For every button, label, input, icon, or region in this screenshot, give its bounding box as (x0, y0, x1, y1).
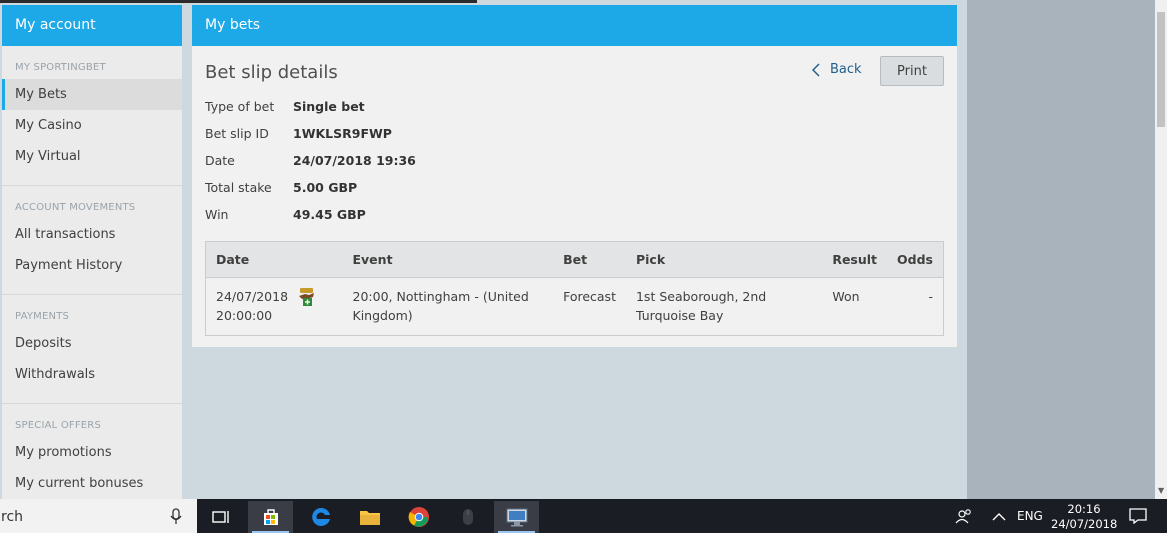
people-icon[interactable] (955, 499, 973, 533)
col-sport (298, 241, 343, 278)
sidebar-item-my-promotions[interactable]: My promotions (2, 437, 182, 468)
account-sidebar: My account MY SPORTINGBET My Bets My Cas… (2, 5, 182, 499)
clock-time: 20:16 (1067, 502, 1101, 516)
vertical-scrollbar[interactable]: ▼ (1155, 0, 1167, 499)
col-date: Date (205, 241, 299, 278)
sidebar-item-my-virtual[interactable]: My Virtual (2, 141, 182, 172)
time-line: 20:00:00 (216, 308, 273, 323)
back-button[interactable]: Back (812, 62, 862, 77)
detail-label: Bet slip ID (205, 126, 269, 141)
taskbar-clock[interactable]: 20:16 24/07/2018 (1051, 502, 1117, 532)
remote-desktop-icon[interactable] (494, 501, 539, 533)
col-pick: Pick (625, 241, 823, 278)
col-result: Result (822, 241, 888, 278)
sidebar-item-all-transactions[interactable]: All transactions (2, 219, 182, 250)
language-indicator[interactable]: ENG (1017, 499, 1043, 533)
detail-value: 5.00 GBP (293, 180, 358, 195)
chevron-left-icon (812, 62, 820, 77)
action-center-icon[interactable] (1129, 499, 1147, 533)
detail-value: Single bet (293, 99, 365, 114)
table-row: 24/07/2018 20:00:00 20:00, Nottingham - … (206, 278, 944, 336)
windows-taskbar: rch ENG 20:16 24/07/2018 (0, 499, 1167, 533)
date-line: 24/07/2018 (216, 289, 289, 304)
sidebar-section-heading: PAYMENTS (15, 311, 70, 322)
pick-line: Turquoise Bay (635, 308, 724, 323)
detail-label: Win (205, 207, 229, 222)
clock-date: 24/07/2018 (1051, 517, 1118, 531)
detail-label: Date (205, 153, 235, 168)
cell-bet: Forecast (563, 289, 616, 304)
sidebar-item-my-casino[interactable]: My Casino (2, 110, 182, 141)
page-background-right (967, 0, 1155, 499)
sidebar-item-payment-history[interactable]: Payment History (2, 250, 182, 281)
task-view-icon[interactable] (198, 501, 243, 533)
cell-event: 20:00, Nottingham - (United Kingdom) (343, 278, 554, 336)
detail-value: 49.45 GBP (293, 207, 366, 222)
col-bet: Bet (553, 241, 626, 278)
detail-value: 24/07/2018 19:36 (293, 153, 416, 168)
event-line: Kingdom) (352, 308, 413, 323)
scrollbar-thumb[interactable] (1157, 12, 1165, 127)
print-button[interactable]: Print (880, 56, 944, 86)
detail-label: Type of bet (205, 99, 275, 114)
sidebar-item-my-current-bonuses[interactable]: My current bonuses (2, 468, 182, 499)
mouse-app-icon[interactable] (445, 501, 490, 533)
cell-odds: - (928, 289, 933, 304)
detail-row: Type of bet Single bet (205, 93, 416, 120)
sidebar-item-my-bets[interactable]: My Bets (2, 79, 182, 110)
sidebar-section-heading: MY SPORTINGBET (15, 62, 106, 73)
event-line: 20:00, Nottingham - (United (352, 289, 529, 304)
taskbar-search-box[interactable]: rch (0, 499, 197, 533)
scroll-down-icon[interactable]: ▼ (1158, 486, 1164, 495)
detail-row: Bet slip ID 1WKLSR9FWP (205, 120, 416, 147)
cell-pick: 1st Seaborough, 2nd Turquoise Bay (626, 278, 822, 336)
chrome-browser-icon[interactable] (396, 501, 441, 533)
detail-value: 1WKLSR9FWP (293, 126, 392, 141)
bet-details: Type of bet Single bet Bet slip ID 1WKLS… (205, 93, 416, 228)
top-strip (0, 0, 477, 3)
sidebar-title: My account (2, 5, 182, 46)
store-icon[interactable] (248, 501, 293, 533)
sidebar-item-withdrawals[interactable]: Withdrawals (2, 359, 182, 390)
bet-selections-table: Date Event Bet Pick Result Odds 24/07/20… (205, 241, 944, 336)
horse-racing-icon (299, 288, 315, 306)
back-label: Back (830, 62, 862, 77)
table-header-row: Date Event Bet Pick Result Odds (205, 241, 944, 278)
sidebar-section-heading: ACCOUNT MOVEMENTS (15, 202, 136, 213)
detail-row: Win 49.45 GBP (205, 201, 416, 228)
chevron-up-icon[interactable] (992, 499, 1006, 533)
pick-line: 1st Seaborough, 2nd (635, 289, 767, 304)
col-odds: Odds (887, 241, 944, 278)
detail-row: Date 24/07/2018 19:36 (205, 147, 416, 174)
detail-row: Total stake 5.00 GBP (205, 174, 416, 201)
cell-date: 24/07/2018 20:00:00 (206, 278, 299, 336)
bet-slip-panel: My bets Bet slip details Back Print Type… (192, 5, 957, 347)
sidebar-section-heading: SPECIAL OFFERS (15, 420, 102, 431)
col-event: Event (342, 241, 554, 278)
microphone-icon[interactable] (170, 508, 182, 525)
page-title: Bet slip details (205, 62, 338, 83)
cell-sport (298, 278, 342, 336)
detail-label: Total stake (205, 180, 272, 195)
search-text: rch (1, 509, 24, 525)
edge-browser-icon[interactable] (298, 501, 343, 533)
cell-result: Won (832, 289, 860, 304)
panel-header: My bets (192, 5, 957, 46)
file-explorer-icon[interactable] (347, 501, 392, 533)
sidebar-item-deposits[interactable]: Deposits (2, 328, 182, 359)
